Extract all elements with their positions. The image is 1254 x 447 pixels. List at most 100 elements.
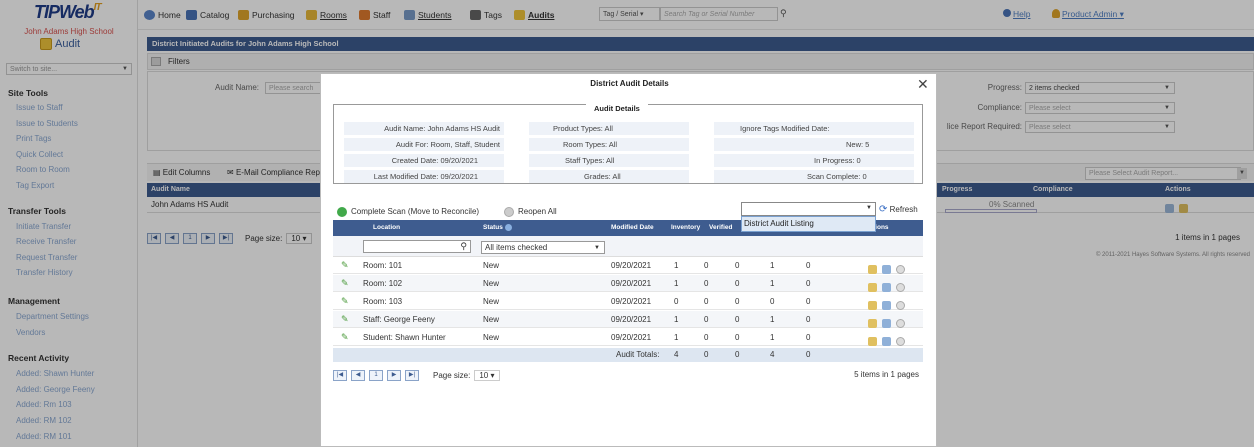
- search-icon[interactable]: ⚲: [460, 241, 467, 252]
- count-cell: 0: [735, 315, 740, 324]
- audit-details-modal: District Audit Details ✕ Audit Details A…: [320, 73, 937, 447]
- modal-backdrop: [937, 73, 1254, 447]
- count-cell: 1: [770, 315, 775, 324]
- listing-select[interactable]: ▼: [741, 202, 876, 216]
- location-cell: Staff: George Feeny: [363, 315, 435, 324]
- info-icon: [504, 223, 512, 231]
- location-cell: Room: 102: [363, 279, 403, 288]
- audit-totals-row: Audit Totals: 4 0 0 4 0: [333, 348, 923, 362]
- transfer-icon[interactable]: [882, 265, 891, 275]
- count-cell: 1: [770, 333, 775, 342]
- page-number[interactable]: 1: [369, 370, 383, 381]
- count-cell: 1: [674, 279, 679, 288]
- count-cell: 1: [770, 261, 775, 270]
- column-location[interactable]: Location: [373, 220, 400, 236]
- page-size-select[interactable]: 10 ▾: [474, 370, 500, 381]
- edit-icon[interactable]: ✎: [341, 311, 349, 328]
- count-cell: 0: [735, 279, 740, 288]
- transfer-icon[interactable]: [882, 283, 891, 293]
- location-cell: Room: 101: [363, 261, 403, 270]
- status-cell: New: [483, 315, 500, 324]
- detail-row: Created Date: 09/20/2021: [344, 154, 504, 167]
- count-cell: 0: [704, 297, 709, 306]
- reopen-icon[interactable]: [896, 337, 905, 347]
- status-cell: New: [483, 333, 500, 342]
- column-verified[interactable]: Verified: [709, 220, 732, 236]
- refresh-button[interactable]: ⟳ Refresh: [879, 204, 918, 215]
- reopen-icon[interactable]: [896, 301, 905, 311]
- table-row[interactable]: ✎ Room: 102 New 09/20/2021 1 0 0 1 0: [333, 275, 923, 293]
- count-cell: 1: [770, 279, 775, 288]
- modal-pager-info: 5 items in 1 pages: [854, 370, 919, 379]
- close-icon[interactable]: ✕: [917, 76, 929, 93]
- count-cell: 0: [806, 315, 811, 324]
- next-page-button[interactable]: ▶: [387, 370, 401, 381]
- modified-date-cell: 09/20/2021: [611, 279, 652, 288]
- reopen-icon: [504, 207, 514, 217]
- table-filter-row: ⚲ All items checked ▼: [333, 236, 923, 257]
- count-cell: 0: [770, 297, 775, 306]
- report-icon[interactable]: [868, 265, 877, 275]
- transfer-icon[interactable]: [882, 337, 891, 347]
- count-cell: 0: [704, 333, 709, 342]
- modal-backdrop: [138, 73, 320, 447]
- first-page-button[interactable]: |◀: [333, 370, 347, 381]
- table-row[interactable]: ✎ Room: 103 New 09/20/2021 0 0 0 0 0: [333, 293, 923, 311]
- transfer-icon[interactable]: [882, 319, 891, 329]
- location-cell: Student: Shawn Hunter: [363, 333, 446, 342]
- modified-date-cell: 09/20/2021: [611, 261, 652, 270]
- count-cell: 1: [674, 261, 679, 270]
- prev-page-button[interactable]: ◀: [351, 370, 365, 381]
- status-cell: New: [483, 279, 500, 288]
- report-icon[interactable]: [868, 337, 877, 347]
- status-filter-select[interactable]: All items checked ▼: [481, 241, 605, 254]
- modal-backdrop: [138, 0, 1254, 73]
- transfer-icon[interactable]: [882, 301, 891, 311]
- column-modified-date[interactable]: Modified Date: [611, 220, 654, 236]
- status-cell: New: [483, 261, 500, 270]
- complete-scan-button[interactable]: Complete Scan (Move to Reconcile): [351, 204, 479, 220]
- count-cell: 0: [735, 261, 740, 270]
- detail-row: Audit For: Room, Staff, Student: [344, 138, 504, 151]
- table-row[interactable]: ✎ Staff: George Feeny New 09/20/2021 1 0 0 1 0: [333, 311, 923, 329]
- chevron-down-icon: ▼: [866, 205, 872, 211]
- count-cell: 0: [704, 315, 709, 324]
- count-cell: 1: [674, 333, 679, 342]
- count-cell: 1: [674, 315, 679, 324]
- edit-icon[interactable]: ✎: [341, 257, 349, 274]
- listing-option[interactable]: District Audit Listing: [741, 216, 876, 232]
- reopen-icon[interactable]: [896, 319, 905, 329]
- report-icon[interactable]: [868, 319, 877, 329]
- detail-row: In Progress: 0: [714, 154, 914, 167]
- modified-date-cell: 09/20/2021: [611, 315, 652, 324]
- edit-icon[interactable]: ✎: [341, 275, 349, 292]
- count-cell: 0: [806, 333, 811, 342]
- refresh-icon: ⟳: [879, 204, 888, 215]
- location-filter-input[interactable]: ⚲: [363, 240, 471, 253]
- detail-row: Room Types: All: [529, 138, 689, 151]
- modified-date-cell: 09/20/2021: [611, 297, 652, 306]
- detail-row: New: 5: [714, 138, 914, 151]
- status-cell: New: [483, 297, 500, 306]
- reopen-icon[interactable]: [896, 283, 905, 293]
- table-row[interactable]: ✎ Room: 101 New 09/20/2021 1 0 0 1 0: [333, 257, 923, 275]
- location-cell: Room: 103: [363, 297, 403, 306]
- edit-icon[interactable]: ✎: [341, 293, 349, 310]
- count-cell: 0: [806, 261, 811, 270]
- table-row[interactable]: ✎ Student: Shawn Hunter New 09/20/2021 1 0 0 1 0: [333, 329, 923, 347]
- reopen-icon[interactable]: [896, 265, 905, 275]
- audit-details-box: Audit Details Audit Name: John Adams HS …: [333, 104, 923, 184]
- detail-row: Scan Complete: 0: [714, 170, 914, 183]
- report-icon[interactable]: [868, 301, 877, 311]
- column-status[interactable]: Status: [483, 220, 512, 236]
- detail-row: Ignore Tags Modified Date:: [714, 122, 914, 135]
- detail-row: Product Types: All: [529, 122, 689, 135]
- reopen-all-button[interactable]: Reopen All: [518, 204, 557, 220]
- detail-row: Last Modified Date: 09/20/2021: [344, 170, 504, 183]
- column-inventory[interactable]: Inventory: [671, 220, 700, 236]
- last-page-button[interactable]: ▶|: [405, 370, 419, 381]
- count-cell: 0: [806, 279, 811, 288]
- report-icon[interactable]: [868, 283, 877, 293]
- edit-icon[interactable]: ✎: [341, 329, 349, 346]
- modified-date-cell: 09/20/2021: [611, 333, 652, 342]
